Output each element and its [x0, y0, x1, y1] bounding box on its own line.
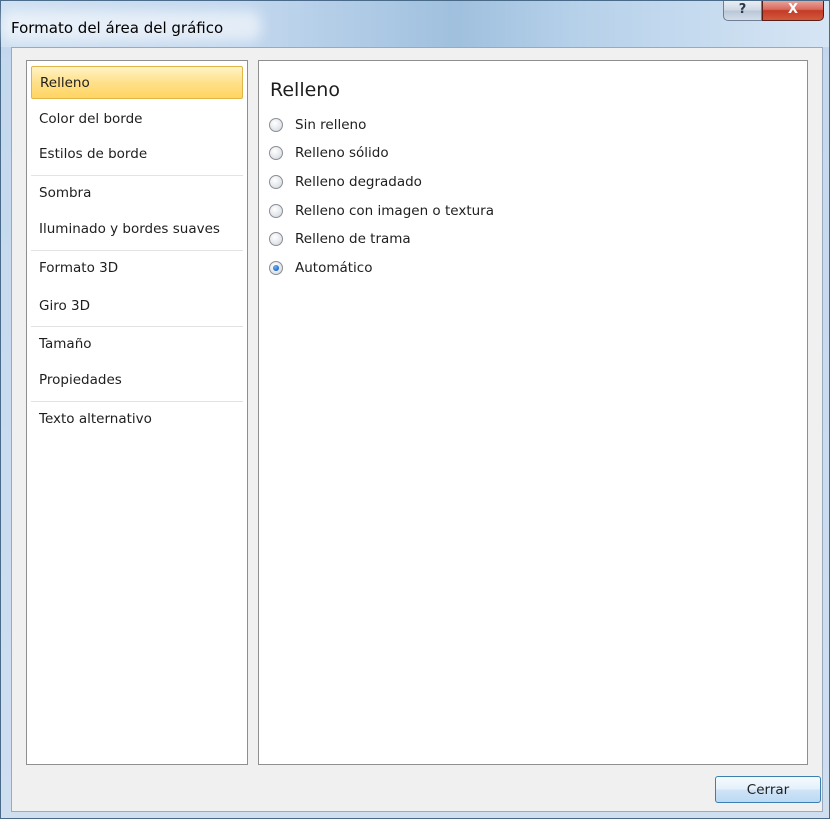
fill-options-panel: Relleno Sin relleno Relleno sólido Relle…: [258, 60, 808, 765]
nav-item-texto-alternativo[interactable]: Texto alternativo: [31, 403, 243, 436]
nav-item-giro-3d[interactable]: Giro 3D: [31, 290, 243, 323]
nav-divider: [31, 401, 243, 402]
category-nav: Relleno Color del borde Estilos de borde…: [26, 60, 248, 765]
option-label: Relleno degradado: [295, 174, 422, 190]
nav-item-tamano[interactable]: Tamaño: [31, 328, 243, 361]
radio-button[interactable]: [269, 204, 283, 218]
option-sin-relleno[interactable]: Sin relleno: [269, 114, 366, 136]
format-chart-area-dialog: Formato del área del gráfico ? X Relleno…: [0, 0, 830, 819]
option-relleno-imagen-textura[interactable]: Relleno con imagen o textura: [269, 200, 494, 222]
radio-button[interactable]: [269, 146, 283, 160]
option-relleno-de-trama[interactable]: Relleno de trama: [269, 228, 411, 250]
option-automatico[interactable]: Automático: [269, 257, 373, 279]
radio-button-checked[interactable]: [269, 261, 283, 275]
option-relleno-degradado[interactable]: Relleno degradado: [269, 171, 422, 193]
nav-divider: [31, 326, 243, 327]
option-label: Relleno sólido: [295, 145, 389, 161]
radio-button[interactable]: [269, 175, 283, 189]
nav-item-formato-3d[interactable]: Formato 3D: [31, 252, 243, 285]
help-button[interactable]: ?: [723, 1, 762, 21]
nav-item-estilos-de-borde[interactable]: Estilos de borde: [31, 138, 243, 171]
nav-divider: [31, 250, 243, 251]
option-relleno-solido[interactable]: Relleno sólido: [269, 142, 389, 164]
dialog-title: Formato del área del gráfico: [11, 19, 224, 37]
nav-item-propiedades[interactable]: Propiedades: [31, 364, 243, 397]
window-close-button[interactable]: X: [762, 1, 824, 21]
dialog-client-area: Relleno Color del borde Estilos de borde…: [11, 47, 823, 812]
cerrar-button[interactable]: Cerrar: [715, 776, 821, 803]
radio-button[interactable]: [269, 232, 283, 246]
nav-divider: [31, 175, 243, 176]
nav-item-color-del-borde[interactable]: Color del borde: [31, 103, 243, 136]
title-bar[interactable]: Formato del área del gráfico ? X: [1, 1, 829, 47]
option-label: Relleno con imagen o textura: [295, 203, 494, 219]
option-label: Automático: [295, 260, 373, 276]
nav-item-iluminado[interactable]: Iluminado y bordes suaves: [31, 213, 243, 246]
option-label: Relleno de trama: [295, 231, 411, 247]
radio-button[interactable]: [269, 118, 283, 132]
option-label: Sin relleno: [295, 117, 367, 133]
nav-item-relleno[interactable]: Relleno: [31, 66, 243, 99]
help-icon: ?: [738, 2, 747, 17]
nav-item-sombra[interactable]: Sombra: [31, 177, 243, 210]
section-title: Relleno: [270, 79, 340, 101]
close-icon: X: [787, 2, 799, 17]
